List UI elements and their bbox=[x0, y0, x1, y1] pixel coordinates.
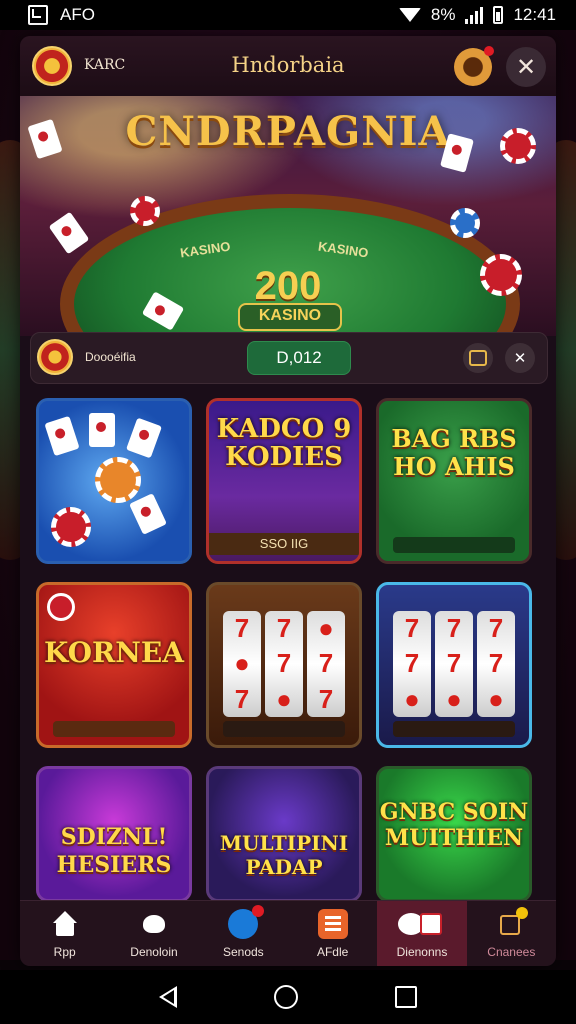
game-tile-slots-1[interactable]: 7 ● 7 7 7 ● ● 7 7 bbox=[206, 582, 362, 748]
chip-icon bbox=[500, 128, 536, 164]
chip-icon bbox=[130, 196, 160, 226]
nav-item-games[interactable]: Senods bbox=[199, 901, 288, 966]
target-icon bbox=[47, 593, 75, 621]
slot-base bbox=[223, 721, 345, 737]
nav-label: Cnanees bbox=[487, 945, 536, 959]
card-icon bbox=[129, 493, 167, 535]
game-tile-cards[interactable] bbox=[36, 398, 192, 564]
game-title: GNBC SOIN MUITHIEN bbox=[379, 799, 529, 851]
game-tile-slots-2[interactable]: 7 7 ● 7 7 ● 7 7 ● bbox=[376, 582, 532, 748]
balance-close-button[interactable]: ✕ bbox=[505, 343, 535, 373]
status-time: 12:41 bbox=[513, 5, 556, 24]
hero-title: CNDRPAGNIA bbox=[125, 108, 451, 155]
chip-icon bbox=[95, 457, 141, 503]
wifi-icon bbox=[398, 8, 421, 22]
app-panel: KARC Hndorbaia ✕ KASINO KASINO CNDRPAGNI… bbox=[20, 36, 556, 966]
game-title: BAG RBS HO AHIS bbox=[391, 424, 517, 481]
game-tile-kornea[interactable]: KORNEA bbox=[36, 582, 192, 748]
card-icon bbox=[48, 211, 90, 255]
chip-icon bbox=[51, 507, 91, 547]
card-icon bbox=[44, 415, 80, 457]
list-icon bbox=[317, 909, 348, 939]
games-icon bbox=[228, 905, 265, 939]
balance-bar: Doooéifia D,012 ✕ bbox=[30, 332, 548, 384]
game-title: KORNEA bbox=[44, 636, 184, 669]
card-icon bbox=[89, 413, 115, 447]
heart-icon bbox=[139, 909, 169, 939]
notification-badge bbox=[252, 905, 265, 917]
slot-reels: 7 ● 7 7 7 ● ● 7 7 bbox=[223, 611, 345, 717]
game-tile-gnbc[interactable]: GNBC SOIN MUITHIEN bbox=[376, 766, 532, 902]
nav-label: Senods bbox=[222, 945, 264, 959]
cards-icon bbox=[397, 909, 446, 939]
avatar[interactable] bbox=[37, 339, 73, 375]
nav-item-edit[interactable]: Cnanees bbox=[467, 901, 556, 966]
close-button[interactable]: ✕ bbox=[506, 47, 546, 87]
game-tile-bag[interactable]: BAG RBS HO AHIS bbox=[376, 398, 532, 564]
game-tile-sdiznl[interactable]: SDIZNL! HESIERS bbox=[36, 766, 192, 902]
battery-icon bbox=[493, 6, 504, 24]
close-icon: ✕ bbox=[513, 350, 527, 367]
system-nav-bar bbox=[0, 970, 576, 1024]
wallet-icon[interactable] bbox=[463, 343, 493, 373]
slot-reels: 7 7 ● 7 7 ● 7 7 ● bbox=[393, 611, 515, 717]
chip-icon bbox=[450, 208, 480, 238]
nav-label: Denoloin bbox=[130, 945, 178, 959]
slot-base bbox=[393, 721, 515, 737]
notification-dot bbox=[484, 46, 494, 56]
game-tile-kadco[interactable]: KADCO 9 KODIES SSO IIG bbox=[206, 398, 362, 564]
tile-base bbox=[53, 721, 175, 737]
card-icon bbox=[125, 417, 163, 459]
nav-item-cards[interactable]: Dienonns bbox=[377, 901, 467, 966]
game-subtitle: SSO IIG bbox=[209, 533, 359, 555]
hero-tag: KASINO bbox=[238, 303, 342, 331]
game-title: MULTIPINI PADAP bbox=[219, 831, 349, 879]
hero-banner[interactable]: KASINO KASINO CNDRPAGNIA 200 KASINO bbox=[20, 96, 556, 336]
game-title: KADCO 9 KODIES bbox=[216, 414, 352, 472]
balance-amount[interactable]: D,012 bbox=[247, 341, 351, 375]
nav-item-home[interactable]: Rpp bbox=[20, 901, 109, 966]
nav-item-list[interactable]: AFdle bbox=[288, 901, 377, 966]
coins-button[interactable] bbox=[454, 46, 494, 86]
battery-percent: 8% bbox=[430, 5, 456, 24]
home-button-icon[interactable] bbox=[273, 985, 298, 1009]
nav-label: Rpp bbox=[53, 945, 76, 959]
screenshot-icon bbox=[28, 5, 48, 25]
user-name: Doooéifia bbox=[85, 350, 136, 364]
home-icon bbox=[50, 909, 80, 939]
status-app-label: AFO bbox=[60, 5, 95, 24]
back-icon[interactable] bbox=[158, 986, 177, 1008]
chip-icon bbox=[480, 254, 522, 296]
tile-base bbox=[393, 537, 515, 553]
top-bar: KARC Hndorbaia ✕ bbox=[20, 36, 556, 96]
edit-icon bbox=[496, 907, 529, 939]
game-title: SDIZNL! HESIERS bbox=[56, 824, 172, 878]
nav-item-favorites[interactable]: Denoloin bbox=[109, 901, 198, 966]
recent-apps-icon[interactable] bbox=[395, 986, 418, 1008]
status-bar: AFO 8% 12:41 bbox=[0, 0, 576, 30]
signal-icon bbox=[465, 6, 484, 24]
nav-label: Dienonns bbox=[396, 945, 448, 959]
close-icon: ✕ bbox=[515, 53, 537, 81]
bottom-nav: Rpp Denoloin Senods AFdle Dienonns Cnane… bbox=[20, 900, 556, 966]
nav-label: AFdle bbox=[316, 945, 349, 959]
game-grid: KADCO 9 KODIES SSO IIG BAG RBS HO AHIS K… bbox=[36, 398, 544, 902]
game-tile-multipini[interactable]: MULTIPINI PADAP bbox=[206, 766, 362, 902]
